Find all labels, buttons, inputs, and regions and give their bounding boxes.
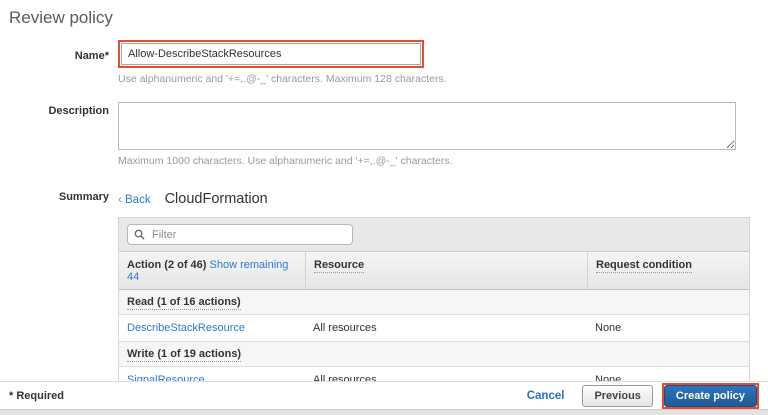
action-count-label: Action (2 of 46) [127,259,206,271]
required-note: * Required [9,390,64,402]
summary-section: Summary ‹Back CloudFormation Action (2 o… [0,191,768,395]
filter-input[interactable] [150,228,346,242]
policy-name-input[interactable] [121,43,421,65]
annotation-highlight-name [118,40,424,68]
column-header-request-condition: Request condition [587,252,749,289]
service-name-heading: CloudFormation [165,191,268,207]
table-row: DescribeStackResource All resources None [119,315,749,342]
back-link[interactable]: ‹Back [118,192,151,206]
search-icon [134,229,145,240]
previous-button[interactable]: Previous [582,385,652,407]
group-row-write: Write (1 of 19 actions) [119,342,749,367]
footer-action-bar: * Required Cancel Previous Create policy [0,381,768,409]
description-form-row: Description Maximum 1000 characters. Use… [0,102,768,167]
page-bottom-strip [0,409,768,415]
table-toolbar [119,217,749,252]
summary-label: Summary [0,191,118,395]
column-header-resource: Resource [305,252,587,289]
filter-box[interactable] [127,224,353,245]
condition-cell: None [587,315,749,341]
name-label: Name* [0,40,118,85]
back-link-label: Back [125,194,151,206]
description-help-text: Maximum 1000 characters. Use alphanumeri… [118,155,768,167]
cancel-link[interactable]: Cancel [527,390,565,402]
resource-cell: All resources [305,315,587,341]
table-header-row: Action (2 of 46) Show remaining 44 Resou… [119,252,749,290]
name-form-row: Name* Use alphanumeric and '+=,.@-_' cha… [0,40,768,85]
name-help-text: Use alphanumeric and '+=,.@-_' character… [118,73,768,85]
description-label: Description [0,102,118,167]
annotation-highlight-create-policy: Create policy [662,383,759,409]
back-chevron-icon: ‹ [118,192,122,206]
page-title: Review policy [0,0,768,28]
action-link-describestackresource[interactable]: DescribeStackResource [127,322,245,334]
group-row-read: Read (1 of 16 actions) [119,290,749,315]
column-header-action: Action (2 of 46) Show remaining 44 [119,252,305,289]
policy-description-textarea[interactable] [118,102,736,150]
create-policy-button[interactable]: Create policy [664,385,757,407]
policy-summary-table: Action (2 of 46) Show remaining 44 Resou… [118,217,750,395]
